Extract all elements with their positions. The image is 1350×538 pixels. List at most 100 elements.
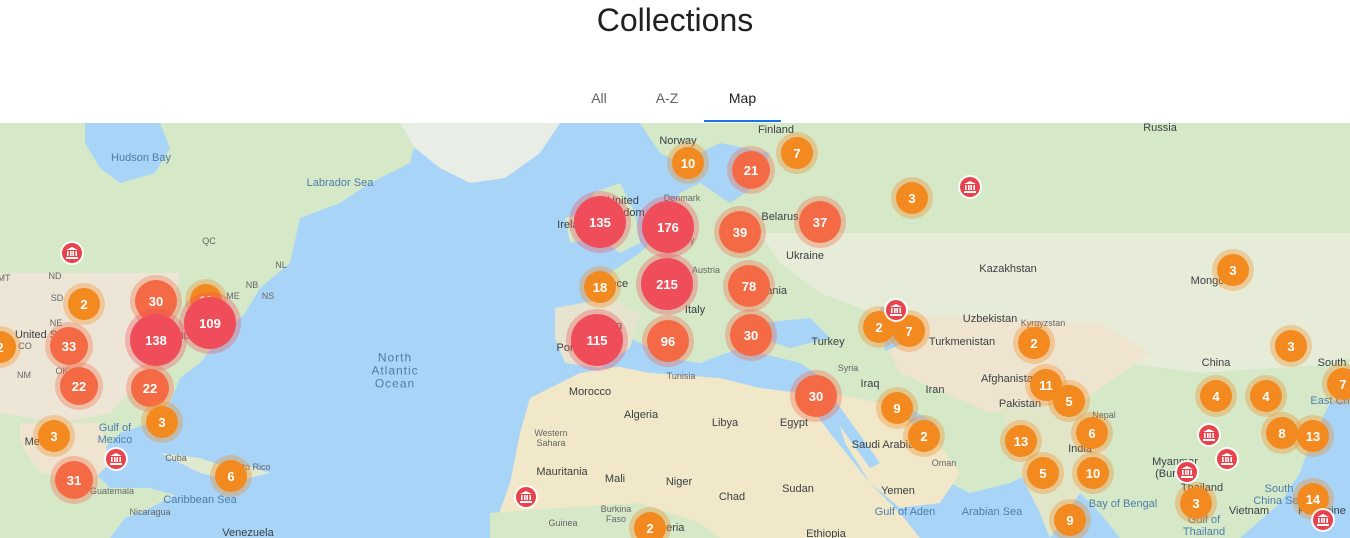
map-cluster-marker[interactable]: 30	[795, 375, 837, 417]
map-cluster-marker[interactable]: 13	[1005, 425, 1037, 457]
map-label: Iraq	[860, 378, 880, 390]
map-cluster-marker[interactable]: 78	[728, 265, 770, 307]
map-label: Gulf of Mexico	[97, 422, 133, 446]
map-label: Guinea	[548, 518, 578, 528]
map-label: Kazakhstan	[979, 263, 1037, 275]
museum-icon[interactable]	[1217, 449, 1237, 469]
museum-icon[interactable]	[62, 243, 82, 263]
map-cluster-marker[interactable]: 115	[571, 314, 623, 366]
map-cluster-marker[interactable]: 7	[781, 137, 813, 169]
map-cluster-marker[interactable]: 5	[1027, 457, 1059, 489]
map-cluster-marker[interactable]: 3	[1180, 487, 1212, 519]
map-label: NB	[245, 280, 259, 290]
map-label: ME	[226, 291, 240, 301]
map-cluster-marker[interactable]: 9	[1054, 504, 1086, 536]
map-cluster-marker[interactable]: 176	[642, 201, 694, 253]
map-label: Niger	[665, 476, 693, 488]
museum-icon[interactable]	[886, 300, 906, 320]
map-label: Kyrgyzstan	[1020, 318, 1066, 328]
map-cluster-marker[interactable]: 135	[574, 196, 626, 248]
map-cluster-marker[interactable]: 3	[1275, 330, 1307, 362]
map-cluster-marker[interactable]: 3	[896, 182, 928, 214]
map-cluster-marker[interactable]: 21	[732, 151, 770, 189]
map-label: Mali	[604, 473, 626, 485]
tab-map[interactable]: Map	[704, 84, 781, 122]
map-label: NS	[261, 291, 275, 301]
map-cluster-marker[interactable]: 33	[50, 327, 88, 365]
map-label: China	[1201, 357, 1231, 369]
map-label: Saudi Arabia	[851, 439, 915, 451]
map-cluster-marker[interactable]: 96	[647, 320, 689, 362]
map-label: Labrador Sea	[306, 177, 374, 189]
map-cluster-marker[interactable]: 5	[1053, 385, 1085, 417]
map-label: Syria	[837, 363, 859, 373]
map-cluster-marker[interactable]: 6	[215, 460, 247, 492]
map-cluster-marker[interactable]: 10	[1077, 457, 1109, 489]
map-cluster-marker[interactable]: 2	[68, 288, 100, 320]
collections-map[interactable]: Hudson Bay Labrador Sea North Atlantic Oce…	[0, 123, 1350, 538]
map-cluster-marker[interactable]: 22	[131, 369, 169, 407]
map-label: Austria	[691, 265, 721, 275]
museum-icon[interactable]	[1313, 510, 1333, 530]
map-label: NL	[275, 260, 287, 270]
tab-a-z[interactable]: A-Z	[645, 84, 689, 120]
map-cluster-marker[interactable]: 4	[1250, 380, 1282, 412]
map-label: Tunisia	[666, 371, 696, 381]
map-label: Norway	[659, 135, 697, 147]
map-label: Bay of Bengal	[1088, 498, 1158, 510]
map-label: Burkina Faso	[600, 504, 632, 524]
map-label: CO	[18, 341, 32, 351]
map-cluster-marker[interactable]: 37	[799, 201, 841, 243]
map-cluster-marker[interactable]: 13	[1297, 420, 1329, 452]
map-cluster-marker[interactable]: 9	[881, 392, 913, 424]
tab-bar: All A-Z Map	[0, 84, 1350, 122]
map-cluster-marker[interactable]: 39	[719, 211, 761, 253]
map-label: Belarus	[761, 211, 799, 223]
map-label: Turkmenistan	[928, 336, 996, 348]
map-cluster-marker[interactable]: 4	[1200, 380, 1232, 412]
map-cluster-marker[interactable]: 3	[38, 420, 70, 452]
map-label: Ukraine	[786, 250, 824, 262]
map-label: Algeria	[623, 409, 659, 421]
map-label: NM	[17, 370, 31, 380]
map-label: Russia	[1143, 123, 1177, 134]
museum-icon[interactable]	[106, 449, 126, 469]
map-label: Sudan	[782, 483, 814, 495]
museum-icon[interactable]	[1199, 425, 1219, 445]
map-cluster-marker[interactable]: 2	[634, 512, 666, 538]
map-label: Uzbekistan	[962, 313, 1018, 325]
map-cluster-marker[interactable]: 215	[641, 258, 693, 310]
map-label: Hudson Bay	[111, 152, 171, 164]
map-cluster-marker[interactable]: 6	[1076, 417, 1108, 449]
map-cluster-marker[interactable]: 10	[672, 147, 704, 179]
map-cluster-marker[interactable]: 18	[584, 271, 616, 303]
map-label: Oman	[931, 458, 957, 468]
map-label: SD	[50, 293, 64, 303]
map-label: Ethiopia	[806, 528, 846, 538]
map-cluster-marker[interactable]: 2	[1018, 327, 1050, 359]
map-cluster-marker[interactable]: 22	[60, 367, 98, 405]
map-label: Yemen	[881, 485, 915, 497]
map-cluster-marker[interactable]: 138	[130, 314, 182, 366]
museum-icon[interactable]	[1177, 462, 1197, 482]
page-title: Collections	[596, 2, 754, 38]
map-cluster-marker[interactable]: 8	[1266, 417, 1298, 449]
map-cluster-marker[interactable]: 109	[184, 297, 236, 349]
map-label: MT	[0, 273, 11, 283]
map-cluster-marker[interactable]: 30	[730, 314, 772, 356]
museum-icon[interactable]	[516, 487, 536, 507]
map-cluster-marker[interactable]: 3	[1217, 254, 1249, 286]
map-label: Western Sahara	[534, 428, 568, 448]
museum-icon[interactable]	[960, 177, 980, 197]
map-label: Iran	[925, 384, 945, 396]
map-label: Guatemala	[89, 486, 135, 496]
map-label: North Atlantic Ocean	[371, 350, 419, 391]
map-cluster-marker[interactable]: 2	[908, 420, 940, 452]
map-label: Gulf of Aden	[874, 506, 936, 518]
map-label: Venezuela	[222, 527, 274, 538]
map-cluster-marker[interactable]: 3	[146, 406, 178, 438]
map-cluster-marker[interactable]: 31	[55, 461, 93, 499]
map-label: ND	[48, 271, 62, 281]
tab-all[interactable]: All	[583, 84, 615, 120]
map-label: Finland	[757, 124, 795, 136]
